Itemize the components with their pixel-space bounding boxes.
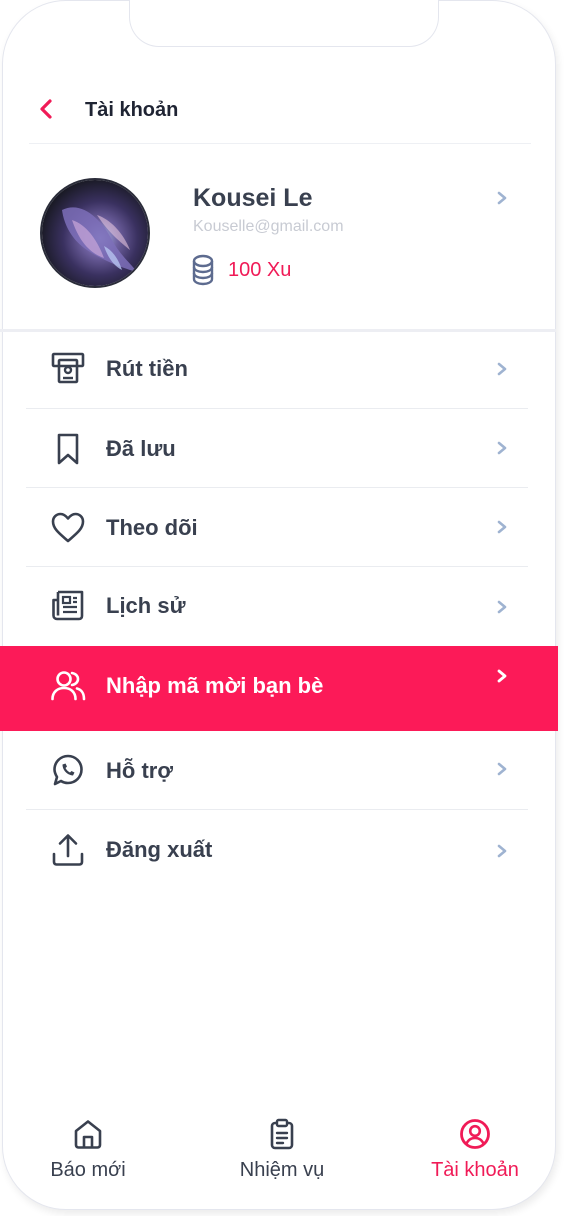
tab-account[interactable]: Tài khoản [420,1112,530,1182]
tab-tasks[interactable]: Nhiệm vụ [226,1112,338,1182]
page-title: Tài khoản [85,99,179,121]
clipboard-icon [226,1118,338,1155]
chevron-right-icon [494,361,510,377]
menu-item-withdraw[interactable]: Rút tiền [0,330,558,409]
users-icon [50,668,86,704]
avatar[interactable] [42,180,148,286]
user-circle-icon [420,1118,530,1155]
menu-item-label: Rút tiền [106,356,188,381]
menu-item-label: Theo dõi [106,515,198,540]
coin-stack-icon [192,254,214,291]
upload-icon [50,832,86,868]
chevron-right-icon [494,761,510,777]
profile-card[interactable]: Kousei Le Kouselle@gmail.com 100 Xu [0,142,556,332]
tab-label: Nhiệm vụ [239,1159,325,1181]
profile-email: Kouselle@gmail.com [193,218,344,235]
account-menu: Rút tiền Đã lưu Theo dõi Lịch sử Nhập mã… [0,330,558,889]
menu-item-label: Nhập mã mời bạn bè [106,673,324,698]
page-header: Tài khoản [29,87,531,144]
atm-withdraw-icon [50,350,86,386]
chevron-right-icon [494,519,510,535]
coin-balance: 100 Xu [228,259,292,281]
tab-label: Báo mới [50,1159,126,1181]
menu-item-support[interactable]: Hỗ trợ [0,731,558,810]
device-notch [129,0,439,47]
menu-item-label: Đã lưu [106,436,176,461]
whatsapp-icon [50,753,86,789]
newspaper-icon [50,587,86,623]
home-icon [36,1118,140,1155]
bookmark-icon [50,431,86,467]
menu-item-history[interactable]: Lịch sử [0,567,558,646]
chevron-right-icon [494,668,510,684]
menu-item-label: Hỗ trợ [106,758,173,783]
chevron-right-icon [494,440,510,456]
chevron-right-icon [494,843,510,859]
heart-icon [50,510,86,546]
menu-item-saved[interactable]: Đã lưu [0,409,558,488]
bottom-tab-bar: Báo mới Nhiệm vụ Tài khoản [0,1112,556,1202]
chevron-right-icon [494,599,510,615]
menu-item-label: Lịch sử [106,593,186,618]
menu-item-logout[interactable]: Đăng xuất [0,810,558,889]
menu-item-invite-code[interactable]: Nhập mã mời bạn bè [0,646,558,731]
chevron-right-icon[interactable] [494,190,510,211]
tab-label: Tài khoản [431,1159,519,1181]
chevron-left-icon[interactable] [35,97,59,121]
profile-name: Kousei Le [193,184,313,212]
tab-news[interactable]: Báo mới [36,1112,140,1182]
menu-item-following[interactable]: Theo dõi [0,488,558,567]
menu-item-label: Đăng xuất [106,837,213,862]
